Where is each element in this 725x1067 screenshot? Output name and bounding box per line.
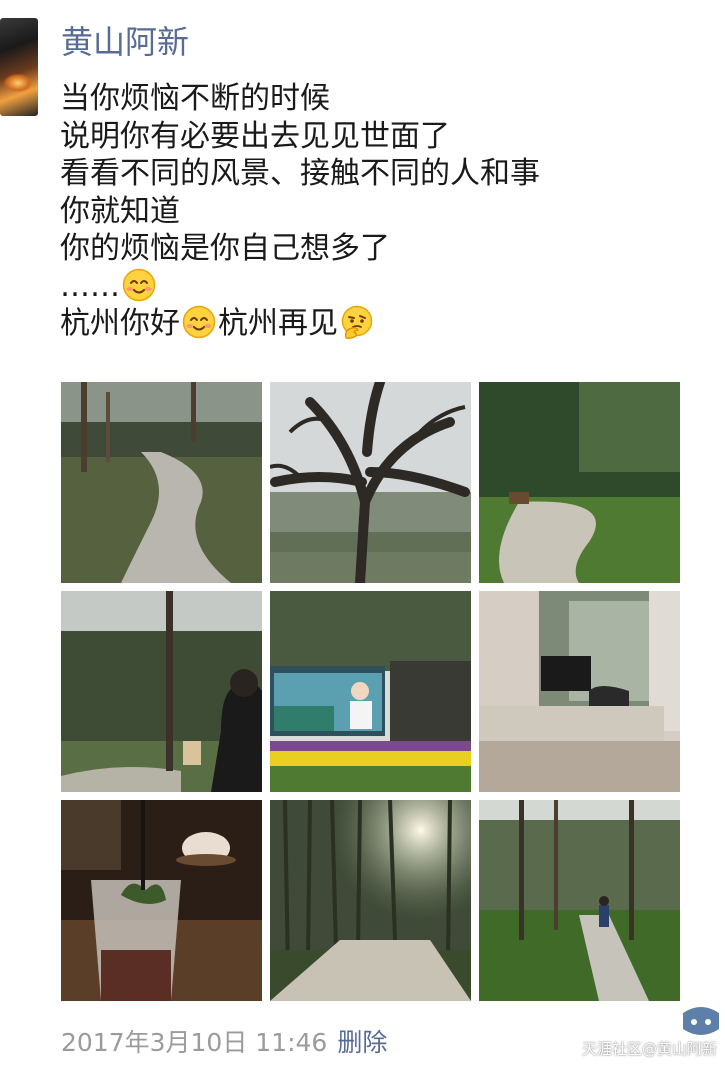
photo-4-image	[61, 591, 262, 792]
photo-6-image	[479, 591, 680, 792]
photo-7-image	[61, 800, 262, 1001]
post-text: 当你烦恼不断的时候 说明你有必要出去见见世面了 看看不同的风景、接触不同的人和事…	[60, 80, 700, 343]
text-line-2: 说明你有必要出去见见世面了	[60, 118, 450, 154]
smile-emoji-icon	[122, 268, 156, 301]
watermark: 天涯社区@黄山阿新	[581, 1040, 717, 1058]
username[interactable]: 黄山阿新	[61, 20, 189, 64]
photo-9[interactable]	[479, 800, 680, 1001]
photo-5-image	[270, 591, 471, 792]
photo-1[interactable]	[61, 382, 262, 583]
text-line-7: 杭州你好 杭州再见	[60, 305, 700, 343]
post-footer: 2017年3月10日 11:46 删除	[61, 1023, 387, 1063]
avatar[interactable]	[0, 18, 38, 116]
text-hangzhou-bye: 杭州再见	[218, 306, 338, 341]
photo-3-image	[479, 382, 680, 583]
post-timestamp: 2017年3月10日 11:46	[61, 1028, 328, 1057]
text-line-1: 当你烦恼不断的时候	[60, 81, 330, 116]
thinking-emoji-icon	[341, 305, 373, 339]
photo-3[interactable]	[479, 382, 680, 583]
photo-grid	[61, 382, 680, 1001]
photo-8[interactable]	[270, 800, 471, 1001]
photo-4[interactable]	[61, 591, 262, 792]
delete-button[interactable]: 删除	[337, 1028, 387, 1057]
photo-9-image	[479, 800, 680, 1001]
photo-8-image	[270, 800, 471, 1001]
photo-2-image	[270, 382, 471, 583]
photo-6[interactable]	[479, 591, 680, 792]
text-line-3: 看看不同的风景、接触不同的人和事	[60, 156, 540, 191]
text-hangzhou-hello: 杭州你好	[60, 306, 180, 341]
text-line-6: ……	[60, 268, 700, 306]
photo-7[interactable]	[61, 800, 262, 1001]
tianya-logo-icon	[683, 1007, 719, 1035]
ellipsis-text: ……	[60, 268, 120, 304]
photo-1-image	[61, 382, 262, 583]
text-line-4: 你就知道	[60, 193, 180, 229]
photo-5[interactable]	[270, 591, 471, 792]
text-line-5: 你的烦恼是你自己想多了	[60, 231, 390, 266]
smile-emoji-icon	[182, 305, 216, 339]
photo-2[interactable]	[270, 382, 471, 583]
